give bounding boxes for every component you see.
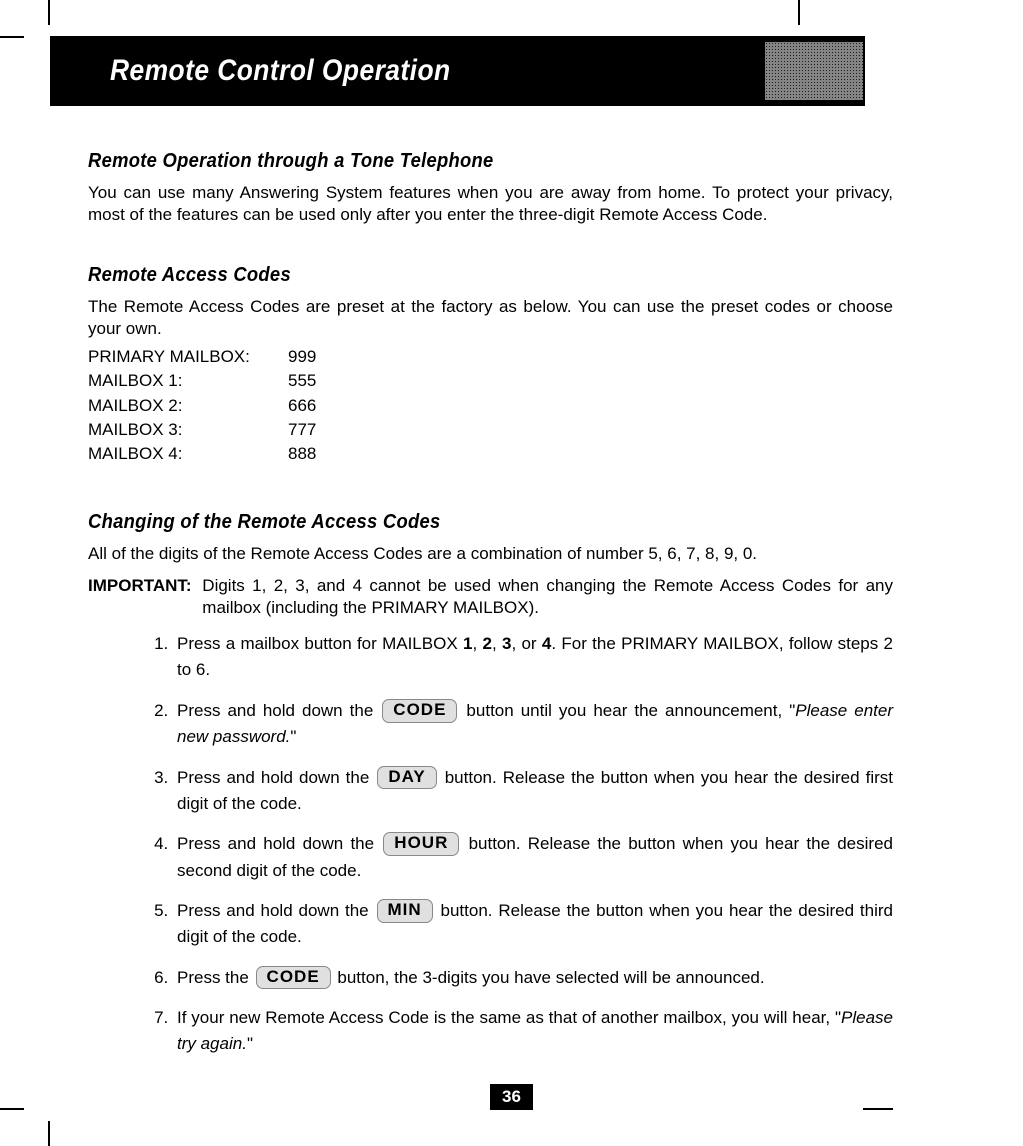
- step-text: ,: [472, 634, 482, 653]
- min-button: MIN: [377, 899, 433, 923]
- section-heading: Changing of the Remote Access Codes: [88, 509, 829, 535]
- list-item: Press a mailbox button for MAILBOX 1, 2,…: [173, 631, 893, 684]
- list-item: Press and hold down the CODE button unti…: [173, 698, 893, 751]
- step-text: , or: [511, 634, 541, 653]
- code-label: MAILBOX 2:: [88, 395, 288, 417]
- table-row: MAILBOX 4: 888: [88, 443, 893, 465]
- table-row: MAILBOX 3: 777: [88, 419, 893, 441]
- step-text: ": [247, 1034, 253, 1053]
- hour-button: HOUR: [383, 832, 459, 856]
- code-label: MAILBOX 1:: [88, 370, 288, 392]
- list-item: Press and hold down the DAY button. Rele…: [173, 765, 893, 818]
- code-value: 555: [288, 370, 316, 392]
- step-text: button until you hear the announcement, …: [459, 701, 795, 720]
- section-text: All of the digits of the Remote Access C…: [88, 543, 893, 565]
- step-text: ": [290, 727, 296, 746]
- section-heading: Remote Access Codes: [88, 262, 829, 288]
- step-text: Press a mailbox button for MAILBOX: [177, 634, 463, 653]
- bold: 2: [482, 634, 491, 653]
- important-note: IMPORTANT: Digits 1, 2, 3, and 4 cannot …: [88, 575, 893, 619]
- code-label: MAILBOX 4:: [88, 443, 288, 465]
- day-button: DAY: [377, 766, 436, 790]
- code-value: 999: [288, 346, 316, 368]
- step-text: ,: [492, 634, 502, 653]
- codes-table: PRIMARY MAILBOX: 999 MAILBOX 1: 555 MAIL…: [88, 346, 893, 464]
- header-bar: Remote Control Operation: [50, 36, 865, 106]
- step-text: If your new Remote Access Code is the sa…: [177, 1008, 841, 1027]
- page-number: 36: [50, 1084, 973, 1110]
- page: Remote Control Operation Remote Operatio…: [50, 0, 973, 1146]
- code-value: 666: [288, 395, 316, 417]
- code-button: CODE: [256, 966, 331, 990]
- page-number-value: 36: [490, 1084, 533, 1110]
- header-texture: [765, 42, 863, 100]
- list-item: If your new Remote Access Code is the sa…: [173, 1005, 893, 1058]
- section-text: The Remote Access Codes are preset at th…: [88, 296, 893, 340]
- code-value: 888: [288, 443, 316, 465]
- page-title: Remote Control Operation: [110, 54, 451, 88]
- important-label: IMPORTANT:: [88, 575, 202, 619]
- list-item: Press the CODE button, the 3-digits you …: [173, 965, 893, 991]
- section-text: You can use many Answering System featur…: [88, 182, 893, 226]
- code-button: CODE: [382, 699, 457, 723]
- steps-list: Press a mailbox button for MAILBOX 1, 2,…: [88, 631, 893, 1057]
- step-text: button, the 3-digits you have selected w…: [333, 968, 765, 987]
- table-row: MAILBOX 2: 666: [88, 395, 893, 417]
- step-text: Press and hold down the: [177, 834, 381, 853]
- step-text: Press and hold down the: [177, 768, 375, 787]
- step-text: Press and hold down the: [177, 701, 380, 720]
- step-text: Press and hold down the: [177, 901, 375, 920]
- table-row: MAILBOX 1: 555: [88, 370, 893, 392]
- list-item: Press and hold down the HOUR button. Rel…: [173, 831, 893, 884]
- list-item: Press and hold down the MIN button. Rele…: [173, 898, 893, 951]
- section-heading: Remote Operation through a Tone Telephon…: [88, 148, 829, 174]
- code-value: 777: [288, 419, 316, 441]
- code-label: PRIMARY MAILBOX:: [88, 346, 288, 368]
- content: Remote Operation through a Tone Telephon…: [88, 148, 893, 1072]
- important-text: Digits 1, 2, 3, and 4 cannot be used whe…: [202, 575, 893, 619]
- bold: 4: [542, 634, 551, 653]
- code-label: MAILBOX 3:: [88, 419, 288, 441]
- crop-mark: [0, 36, 24, 38]
- crop-mark: [0, 1108, 24, 1110]
- table-row: PRIMARY MAILBOX: 999: [88, 346, 893, 368]
- step-text: Press the: [177, 968, 254, 987]
